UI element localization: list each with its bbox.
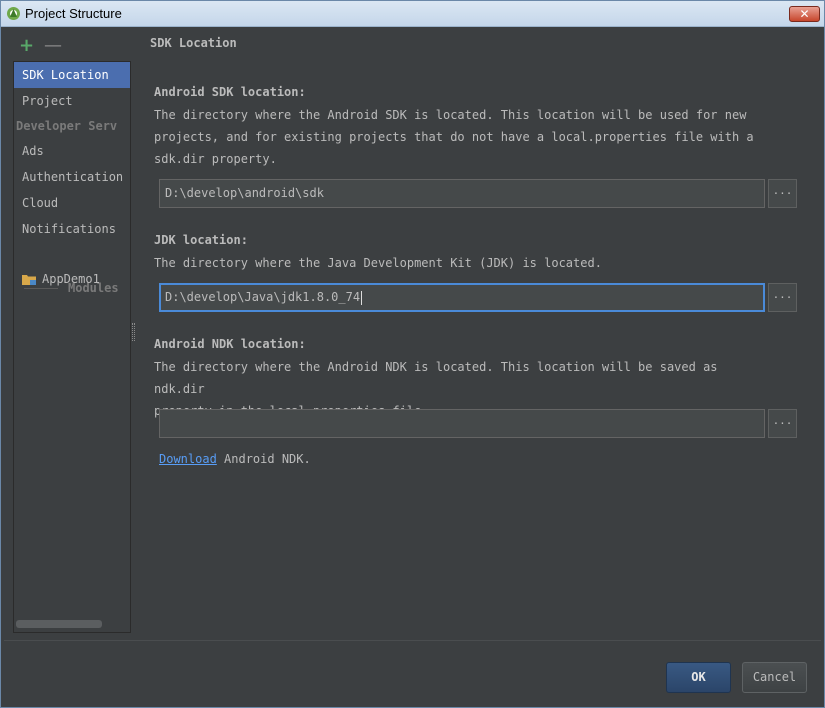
project-structure-dialog: Project Structure ✕ + — SDK Location Pro… [0, 0, 825, 708]
jdk-description: The directory where the Java Development… [154, 252, 774, 274]
sidebar-section-developer-services: Developer Serv [16, 119, 118, 133]
sidebar-item-appdemo1[interactable]: AppDemo1 [14, 266, 130, 292]
close-button[interactable]: ✕ [789, 6, 820, 22]
download-ndk-link[interactable]: Download [159, 452, 217, 466]
add-icon[interactable]: + [19, 37, 34, 55]
jdk-path-field[interactable]: D:\develop\Java\jdk1.8.0_74 [159, 283, 765, 312]
dialog-content: + — SDK Location Project Developer Serv … [4, 28, 821, 704]
desc-line: projects, and for existing projects that… [154, 130, 754, 144]
android-ndk-path-field[interactable] [159, 409, 765, 438]
cancel-button[interactable]: Cancel [742, 662, 807, 693]
android-studio-icon [7, 7, 20, 20]
android-ndk-title: Android NDK location: [154, 337, 306, 351]
sdk-location-panel: SDK Location Android SDK location: The d… [135, 28, 821, 640]
android-sdk-description: The directory where the Android SDK is l… [154, 104, 774, 170]
sidebar-item-sdk-location[interactable]: SDK Location [14, 62, 130, 88]
module-label: AppDemo1 [42, 272, 100, 286]
sidebar-item-ads[interactable]: Ads [14, 138, 130, 164]
desc-line: The directory where the Android NDK is l… [154, 360, 718, 396]
ndk-download-row: Download Android NDK. [159, 452, 311, 466]
remove-icon[interactable]: — [44, 37, 62, 55]
jdk-path-value: D:\develop\Java\jdk1.8.0_74 [165, 290, 361, 304]
sidebar: SDK Location Project Developer Serv Ads … [13, 61, 131, 633]
desc-line: The directory where the Java Development… [154, 256, 602, 270]
jdk-title: JDK location: [154, 233, 248, 247]
android-sdk-title: Android SDK location: [154, 85, 306, 99]
sidebar-scrollbar[interactable] [16, 620, 102, 628]
jdk-browse-button[interactable]: ... [768, 283, 797, 312]
sidebar-item-notifications[interactable]: Notifications [14, 216, 130, 242]
android-ndk-browse-button[interactable]: ... [768, 409, 797, 438]
desc-line: sdk.dir property. [154, 152, 277, 166]
page-title: SDK Location [150, 36, 237, 50]
ok-button[interactable]: OK [666, 662, 731, 693]
android-sdk-browse-button[interactable]: ... [768, 179, 797, 208]
title-bar: Project Structure ✕ [1, 1, 824, 27]
module-folder-icon [22, 275, 36, 285]
text-caret [361, 290, 363, 305]
android-sdk-path-field[interactable]: D:\develop\android\sdk [159, 179, 765, 208]
sidebar-item-authentication[interactable]: Authentication [14, 164, 130, 190]
download-ndk-text: Android NDK. [216, 452, 311, 466]
sidebar-item-project[interactable]: Project [14, 88, 130, 114]
sidebar-item-cloud[interactable]: Cloud [14, 190, 130, 216]
desc-line: The directory where the Android SDK is l… [154, 108, 747, 122]
footer-divider [4, 640, 821, 641]
window-title: Project Structure [25, 6, 122, 21]
